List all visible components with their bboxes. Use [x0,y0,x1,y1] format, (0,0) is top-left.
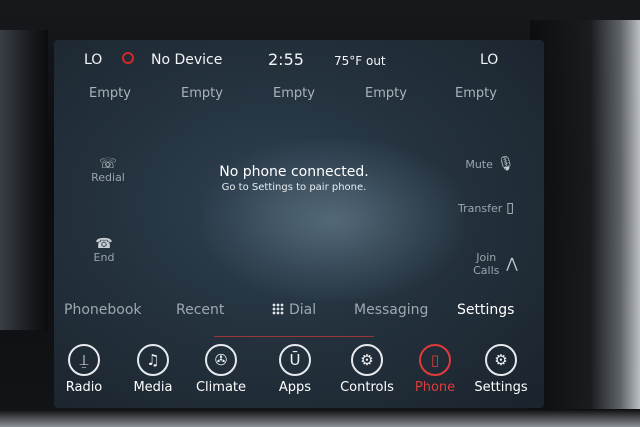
bezel-reflection-right [530,20,640,420]
climate-fan-icon: ✇ [205,344,237,376]
join-calls-button[interactable]: Join Calls ⋀ [454,236,534,292]
seat-controls-icon: ⚙ [351,344,383,376]
device-name: No Device [151,52,223,68]
redial-button[interactable]: ☏ Redial [68,142,148,198]
phone-redial-icon: ☏ [99,155,117,172]
dock-media[interactable]: ♫ Media [118,344,188,395]
no-phone-message: No phone connected. [219,164,369,180]
keypad-icon [272,303,284,315]
apps-u-icon: Ū [279,344,311,376]
dock-controls-label: Controls [340,380,394,395]
tab-divider [214,336,374,337]
pair-phone-hint: Go to Settings to pair phone. [221,182,367,193]
redial-label: Redial [91,170,125,184]
dock-settings-label: Settings [474,380,528,395]
dock-settings[interactable]: ⚙ Settings [466,344,536,395]
end-label: End [93,250,115,264]
end-call-button[interactable]: ☎ End [64,222,144,278]
favorite-slot-3[interactable]: Empty [254,86,334,101]
favorite-slot-5[interactable]: Empty [436,86,516,101]
dock-climate[interactable]: ✇ Climate [186,344,256,395]
dock-phone-label: Phone [414,380,456,395]
tab-recent[interactable]: Recent [176,302,224,318]
outside-temp: 75°F out [334,54,386,68]
status-bar: LO No Device 2:55 75°F out LO [54,50,544,72]
passenger-temp[interactable]: LO [480,52,498,68]
join-calls-label: Join Calls [473,251,500,277]
infotainment-screen: LO No Device 2:55 75°F out LO Empty Empt… [54,40,544,408]
transfer-phone-icon: ▯ [506,200,514,216]
phone-icon: ▯ [419,344,451,376]
mute-label: Mute [465,157,493,171]
favorite-slot-4[interactable]: Empty [346,86,426,101]
bezel-reflection-left [0,30,48,330]
favorite-slot-1[interactable]: Empty [70,86,150,101]
tab-phonebook[interactable]: Phonebook [64,302,142,318]
merge-calls-icon: ⋀ [506,256,518,272]
radio-tower-icon: ⍊ [68,344,100,376]
dock-climate-label: Climate [195,380,247,395]
dock-media-label: Media [133,380,173,395]
tab-messaging[interactable]: Messaging [354,302,428,318]
tab-settings[interactable]: Settings [457,302,514,318]
favorite-slot-2[interactable]: Empty [162,86,242,101]
dock-radio[interactable]: ⍊ Radio [54,344,119,395]
tab-dial-label: Dial [289,302,317,318]
transfer-button[interactable]: Transfer ▯ [446,180,526,236]
bezel-bottom-edge [0,409,640,427]
gear-icon: ⚙ [485,344,517,376]
driver-temp[interactable]: LO [84,52,102,68]
mic-mute-icon: 🎙 [496,156,515,172]
dock-phone[interactable]: ▯ Phone [400,344,470,395]
dock-radio-label: Radio [65,380,103,395]
tab-dial[interactable]: Dial [272,302,316,318]
phone-tabs: Phonebook Recent Dial Messaging Settings [54,302,544,324]
dock-apps-label: Apps [278,380,312,395]
music-note-icon: ♫ [137,344,169,376]
transfer-label: Transfer [458,201,503,215]
favorites-row: Empty Empty Empty Empty Empty [54,86,544,106]
dock-controls[interactable]: ⚙ Controls [332,344,402,395]
dock-apps[interactable]: Ū Apps [260,344,330,395]
hang-up-icon: ☎ [95,235,113,252]
bluetooth-icon [122,52,134,64]
app-dock: ⍊ Radio ♫ Media ✇ Climate Ū Apps ⚙ Contr… [54,344,544,404]
clock: 2:55 [268,50,304,69]
